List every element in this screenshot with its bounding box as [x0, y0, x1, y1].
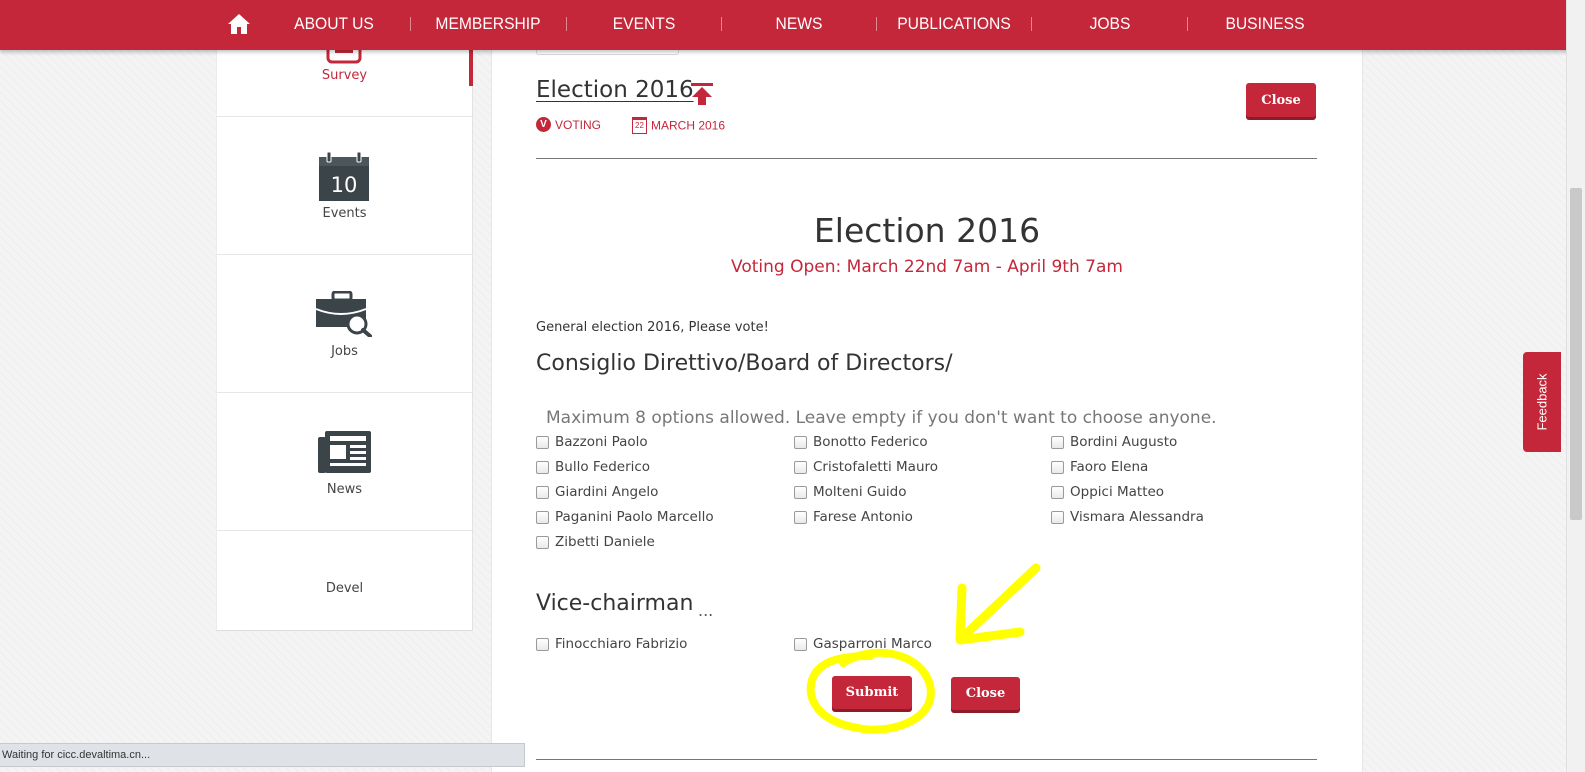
nav-separator	[410, 17, 411, 31]
nav-separator	[721, 17, 722, 31]
header-divider	[536, 158, 1317, 159]
checkbox[interactable]	[1051, 436, 1064, 449]
nav-jobs[interactable]: JOBS	[1064, 0, 1156, 50]
sidebar-item-label: Events	[322, 206, 367, 221]
checkbox[interactable]	[794, 638, 807, 651]
page-scrollbar[interactable]	[1566, 0, 1585, 772]
checkbox[interactable]	[536, 436, 549, 449]
feedback-tab[interactable]: Feedback	[1523, 352, 1561, 452]
election-title: Election 2016	[813, 211, 1041, 250]
post-category-label: VOTING	[555, 117, 602, 132]
sidebar: Survey 10 Events Jobs News Devel	[216, 42, 473, 631]
nav-publications[interactable]: PUBLICATIONS	[891, 0, 1016, 50]
nav-separator	[876, 17, 877, 31]
checkbox[interactable]	[536, 486, 549, 499]
newspaper-icon	[318, 431, 371, 473]
post-date-label: MARCH 2016	[651, 118, 726, 133]
sidebar-item-news[interactable]: News	[217, 393, 472, 531]
pager-stub	[536, 50, 679, 55]
voting-period: Voting Open: March 22nd 7am - April 9th …	[731, 257, 1123, 277]
close-button-bottom[interactable]: Close	[951, 677, 1020, 710]
footer-divider	[536, 759, 1317, 760]
calendar-icon: 10	[319, 152, 369, 201]
nav-separator	[566, 17, 567, 31]
calendar-small-icon: 22	[632, 117, 647, 134]
title-ellipsis: ...	[698, 601, 714, 620]
home-icon[interactable]	[226, 12, 252, 36]
post-category: V VOTING	[536, 117, 602, 133]
nav-business-center[interactable]: BUSINESS CENTER	[1196, 0, 1334, 81]
checkbox[interactable]	[1051, 461, 1064, 474]
section-title-board: Consiglio Direttivo/Board of Directors/	[536, 351, 953, 376]
voting-badge-icon: V	[536, 117, 551, 133]
nav-separator	[1031, 17, 1032, 31]
section-title-vice-chairman: Vice-chairman	[536, 591, 694, 616]
checkbox[interactable]	[794, 436, 807, 449]
checkbox[interactable]	[1051, 486, 1064, 499]
scrollbar-thumb[interactable]	[1570, 188, 1582, 520]
nav-news[interactable]: NEWS	[749, 0, 848, 50]
checkbox[interactable]	[536, 536, 549, 549]
sidebar-item-label: News	[326, 482, 363, 497]
submit-button[interactable]: Submit	[832, 676, 912, 709]
browser-status-bar: Waiting for cicc.devaltima.cn...	[0, 743, 525, 767]
election-intro: General election 2016, Please vote!	[536, 320, 769, 335]
main-content: Election 2016 V VOTING 22 MARCH 2016 Close…	[491, 50, 1363, 772]
sidebar-item-label: Jobs	[331, 344, 358, 359]
checkbox[interactable]	[794, 486, 807, 499]
post-title[interactable]: Election 2016	[536, 77, 694, 103]
upload-arrow-icon[interactable]	[689, 81, 715, 107]
sidebar-item-label: Survey	[321, 68, 368, 83]
nav-separator	[1187, 17, 1188, 31]
checkbox[interactable]	[536, 638, 549, 651]
nav-events[interactable]: EVENTS	[592, 0, 695, 50]
briefcase-search-icon	[315, 291, 372, 337]
sidebar-item-devel[interactable]: Devel	[217, 531, 472, 629]
calendar-day: 10	[331, 173, 358, 197]
checkbox[interactable]	[1051, 511, 1064, 524]
checkbox[interactable]	[794, 511, 807, 524]
feedback-label: Feedback	[1534, 373, 1550, 431]
nav-about-us[interactable]: ABOUT US	[281, 0, 388, 50]
selection-limit-note: Maximum 8 options allowed. Leave empty i…	[546, 408, 1217, 428]
checkbox[interactable]	[536, 511, 549, 524]
post-date: 22 MARCH 2016	[632, 117, 725, 134]
sidebar-item-jobs[interactable]: Jobs	[217, 255, 472, 393]
top-navigation-bar: ABOUT US MEMBERSHIP EVENTS NEWS PUBLICAT…	[0, 0, 1585, 81]
nav-membership[interactable]: MEMBERSHIP	[425, 0, 550, 50]
sidebar-item-label: Devel	[325, 581, 364, 596]
sidebar-item-survey[interactable]: Survey	[217, 42, 473, 117]
checkbox[interactable]	[794, 461, 807, 474]
sidebar-item-events[interactable]: 10 Events	[217, 117, 472, 255]
checkbox[interactable]	[536, 461, 549, 474]
